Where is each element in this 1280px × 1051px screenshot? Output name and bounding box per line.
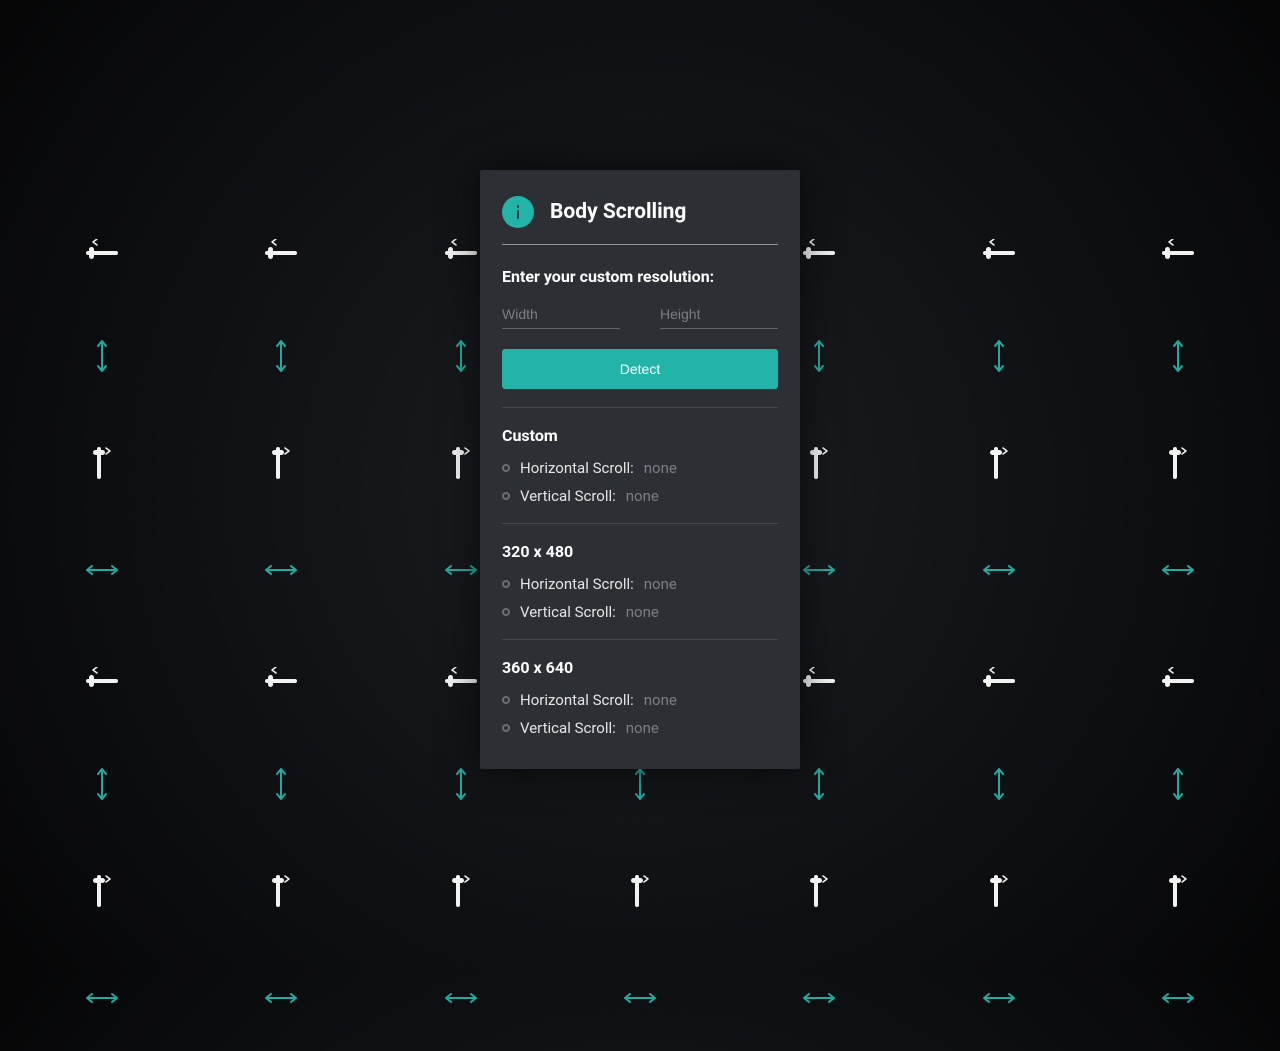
- info-icon: [502, 196, 534, 228]
- arrow-v-icon: [30, 730, 173, 837]
- slider-v-icon: [30, 837, 173, 944]
- arrow-h-icon: [748, 944, 891, 1051]
- section-custom: Custom Horizontal Scroll: none Vertical …: [502, 407, 778, 505]
- hscroll-label: Horizontal Scroll:: [520, 459, 634, 477]
- arrow-h-icon: [568, 944, 711, 1051]
- vscroll-value: none: [626, 603, 659, 621]
- arrow-v-icon: [1107, 730, 1250, 837]
- height-input[interactable]: [660, 300, 778, 329]
- arrow-h-icon: [209, 944, 352, 1051]
- arrow-v-icon: [209, 730, 352, 837]
- vscroll-value: none: [626, 487, 659, 505]
- vscroll-label: Vertical Scroll:: [520, 603, 616, 621]
- arrow-v-icon: [927, 302, 1070, 409]
- slider-v-icon: [927, 837, 1070, 944]
- arrow-h-icon: [389, 944, 532, 1051]
- arrow-h-icon: [1107, 516, 1250, 623]
- list-item: Horizontal Scroll: none: [502, 691, 778, 709]
- section-title: 360 x 640: [502, 658, 778, 677]
- vscroll-value: none: [626, 719, 659, 737]
- arrow-v-icon: [30, 302, 173, 409]
- list-item: Vertical Scroll: none: [502, 719, 778, 737]
- list-item: Horizontal Scroll: none: [502, 459, 778, 477]
- arrow-h-icon: [927, 516, 1070, 623]
- hscroll-value: none: [644, 575, 677, 593]
- bullet-icon: [502, 696, 510, 704]
- slider-h-icon: [1107, 195, 1250, 302]
- slider-h-icon: [927, 195, 1070, 302]
- bullet-icon: [502, 580, 510, 588]
- slider-v-icon: [209, 837, 352, 944]
- arrow-v-icon: [209, 302, 352, 409]
- body-scrolling-card: Body Scrolling Enter your custom resolut…: [480, 170, 800, 769]
- list-item: Vertical Scroll: none: [502, 603, 778, 621]
- list-item: Vertical Scroll: none: [502, 487, 778, 505]
- slider-h-icon: [30, 623, 173, 730]
- arrow-h-icon: [209, 516, 352, 623]
- slider-h-icon: [209, 195, 352, 302]
- slider-v-icon: [209, 409, 352, 516]
- bullet-icon: [502, 608, 510, 616]
- bullet-icon: [502, 724, 510, 732]
- slider-v-icon: [568, 837, 711, 944]
- slider-v-icon: [1107, 837, 1250, 944]
- card-title: Body Scrolling: [550, 200, 686, 224]
- section-320x480: 320 x 480 Horizontal Scroll: none Vertic…: [502, 523, 778, 621]
- detect-button[interactable]: Detect: [502, 349, 778, 389]
- slider-v-icon: [30, 409, 173, 516]
- slider-h-icon: [209, 623, 352, 730]
- section-360x640: 360 x 640 Horizontal Scroll: none Vertic…: [502, 639, 778, 737]
- resolution-fields: [502, 300, 778, 329]
- slider-h-icon: [30, 195, 173, 302]
- form-subtitle: Enter your custom resolution:: [502, 267, 778, 286]
- slider-v-icon: [1107, 409, 1250, 516]
- slider-h-icon: [927, 623, 1070, 730]
- arrow-v-icon: [1107, 302, 1250, 409]
- slider-v-icon: [927, 409, 1070, 516]
- arrow-h-icon: [1107, 944, 1250, 1051]
- hscroll-label: Horizontal Scroll:: [520, 691, 634, 709]
- hscroll-label: Horizontal Scroll:: [520, 575, 634, 593]
- slider-v-icon: [748, 837, 891, 944]
- card-header: Body Scrolling: [502, 196, 778, 245]
- hscroll-value: none: [644, 691, 677, 709]
- arrow-h-icon: [30, 516, 173, 623]
- section-title: 320 x 480: [502, 542, 778, 561]
- vscroll-label: Vertical Scroll:: [520, 487, 616, 505]
- width-input[interactable]: [502, 300, 620, 329]
- slider-v-icon: [389, 837, 532, 944]
- hscroll-value: none: [644, 459, 677, 477]
- bullet-icon: [502, 492, 510, 500]
- arrow-h-icon: [927, 944, 1070, 1051]
- bullet-icon: [502, 464, 510, 472]
- arrow-v-icon: [927, 730, 1070, 837]
- arrow-h-icon: [30, 944, 173, 1051]
- slider-h-icon: [1107, 623, 1250, 730]
- vscroll-label: Vertical Scroll:: [520, 719, 616, 737]
- list-item: Horizontal Scroll: none: [502, 575, 778, 593]
- section-title: Custom: [502, 426, 778, 445]
